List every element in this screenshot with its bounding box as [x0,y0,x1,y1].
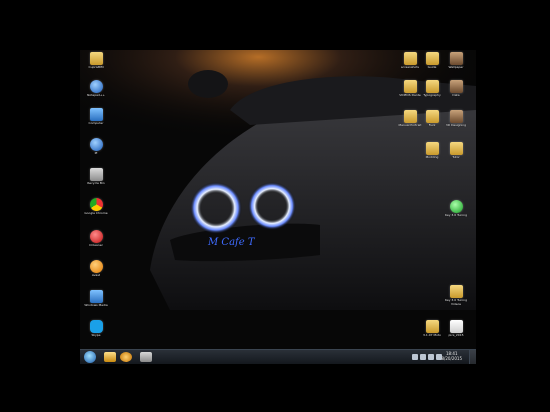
desktop-icon-label: 3D Designing [445,123,467,127]
desktop-icon-label: Windows Media [84,303,108,307]
wallpaper-signature: M Cafe T [207,237,256,248]
right-desktop-icon[interactable]: Wallpaper [442,52,470,70]
desktop-icon-label: Skype [91,333,101,337]
left-desktop-icon[interactable]: Computer [82,108,110,126]
ccleaner-icon [89,230,103,243]
photo-icon [449,52,463,65]
desktop-icon-label: screenshots [400,65,419,69]
right-desktop-icon[interactable]: Key 3.0 Tuning Videos [442,285,470,306]
right-desktop-icon[interactable]: Key 3.0 Tuning [442,200,470,218]
folder-icon [425,320,439,333]
headlight-left [190,182,242,234]
desktop-icon-label: Typography [423,93,441,97]
explorer-taskbar-icon[interactable] [104,352,116,362]
show-desktop-button[interactable] [469,350,476,364]
desktop-icon-label: Key 3.0 Tuning Videos [445,298,467,306]
desktop-icon-label: Guide [427,65,437,69]
left-desktop-icon[interactable]: CCleaner [82,230,110,248]
right-desktop-icon[interactable]: 3D Designing [442,110,470,128]
left-desktop-icon[interactable]: CuprisBIM [82,52,110,70]
media-icon [89,290,103,303]
clock[interactable]: 18:41 8/20/2015 [441,351,462,361]
green-app-icon [449,200,463,213]
desktop-icon-label: Wallpaper [448,65,464,69]
desktop-screen: M Cafe T CuprisBIM Notepad++ Computer IE Rec… [80,50,476,364]
folder-icon [425,110,439,123]
folder-icon [449,285,463,298]
flag-icon[interactable] [412,354,418,360]
image-icon [449,320,463,333]
desktop-icon-label: 3.1.07 Moto [423,333,441,337]
left-desktop-icon[interactable]: Recycle Bin [82,168,110,186]
headlight-right [248,182,296,230]
volume-icon[interactable] [428,354,434,360]
folder-icon [425,80,439,93]
folder-icon [425,142,439,155]
computer-icon [89,108,103,121]
left-desktop-icon[interactable]: Skype [82,320,110,338]
recycle-bin-icon [89,168,103,181]
folder-icon [403,110,417,123]
folder-icon [403,52,417,65]
desktop-icon-label: CCleaner [89,243,103,247]
desktop-icon-label: Notepad++ [87,93,105,97]
desktop-icon-label: Fuzz [428,123,436,127]
ie-icon [89,138,103,151]
photo-frame: M Cafe T CuprisBIM Notepad++ Computer IE Rec… [0,0,550,412]
left-desktop-icon[interactable]: IE [82,138,110,156]
folder-icon [449,142,463,155]
desktop-icon-label: Recycle Bin [87,181,105,185]
folder-icon [403,80,417,93]
left-desktop-icon[interactable]: Windows Media [82,290,110,308]
desktop-icon-label: Computer [88,121,104,125]
skype-icon [89,320,103,333]
avast-icon [89,260,103,273]
chrome-icon [89,198,103,211]
desktop-icon-label: Tutor [452,155,460,159]
taskbar: 18:41 8/20/2015 [80,349,476,364]
desktop-icon-label: Key 3.0 Tuning [445,213,467,217]
desktop-icon-label: Avast [91,273,101,277]
desktop-icon-label: CuprisBIM [88,65,104,69]
photo-icon [449,110,463,123]
settings-app-icon [89,80,103,93]
desktop-icon-label: pics_2015 [448,333,464,337]
photo-icon [449,80,463,93]
folder-icon [425,52,439,65]
desktop-icon-label: Google Chrome [84,211,108,215]
clock-date: 8/20/2015 [441,356,462,361]
app-taskbar-icon[interactable] [140,352,152,362]
desktop-icon-label: Modding [425,155,439,159]
folder-icon [89,52,103,65]
right-desktop-icon[interactable]: pics_2015 [442,320,470,338]
left-desktop-icon[interactable]: Notepad++ [82,80,110,98]
desktop-icon-label: IE [94,151,98,155]
right-desktop-icon[interactable]: Data [442,80,470,98]
media-taskbar-icon[interactable] [120,352,132,362]
start-button[interactable] [84,351,96,363]
left-desktop-icon[interactable]: Google Chrome [82,198,110,216]
right-desktop-icon[interactable]: 3.1.07 Moto [418,320,446,338]
right-desktop-icon[interactable]: Tutor [442,142,470,160]
desktop-icon-label: Data [452,93,460,97]
network-icon[interactable] [420,354,426,360]
left-desktop-icon[interactable]: Avast [82,260,110,278]
